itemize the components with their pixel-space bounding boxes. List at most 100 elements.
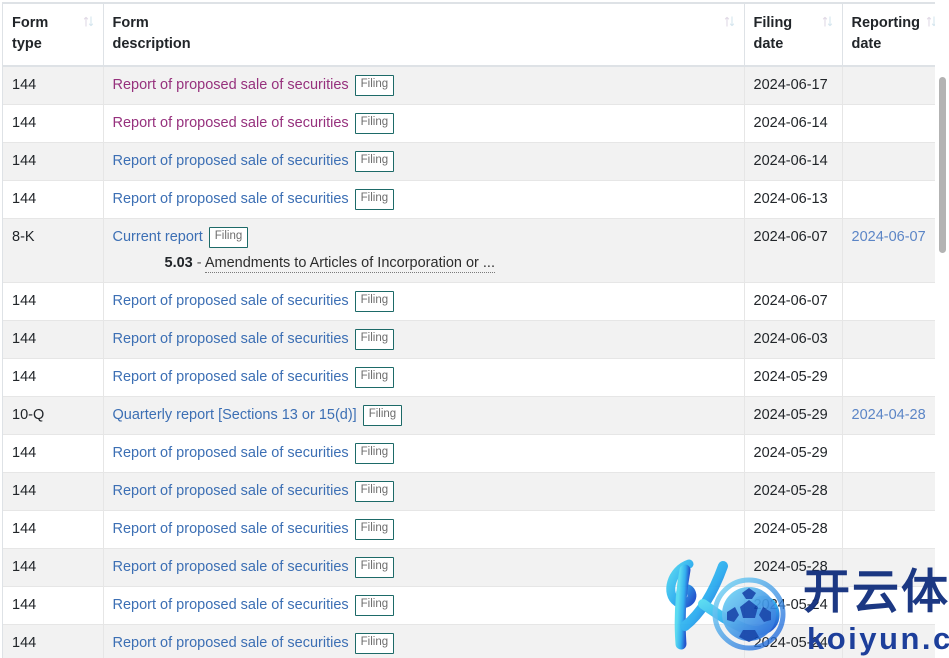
- filing-badge[interactable]: Filing: [354, 291, 395, 312]
- form-description-link[interactable]: Report of proposed sale of securities: [113, 293, 349, 309]
- cell-reporting-date: 2024-06-07: [842, 218, 935, 284]
- form-description-link[interactable]: Report of proposed sale of securities: [113, 369, 349, 385]
- filing-badge[interactable]: Filing: [362, 405, 403, 426]
- form-description-link[interactable]: Report of proposed sale of securities: [113, 115, 349, 131]
- table-row: 144 Report of proposed sale of securities…: [3, 510, 935, 550]
- cell-reporting-date: [842, 104, 935, 144]
- cell-filing-date: 2024-05-24: [744, 586, 843, 626]
- vertical-scrollbar[interactable]: [935, 0, 949, 658]
- cell-reporting-date: [842, 282, 935, 322]
- filing-badge[interactable]: Filing: [208, 227, 249, 248]
- column-header-filing-date-label: Filing date: [753, 15, 793, 52]
- cell-filing-date: 2024-06-14: [744, 104, 843, 144]
- form-description-link[interactable]: Report of proposed sale of securities: [113, 153, 349, 169]
- filing-badge[interactable]: Filing: [354, 443, 395, 464]
- filing-badge[interactable]: Filing: [354, 189, 395, 210]
- cell-form-type: 144: [3, 66, 104, 106]
- form-description-link[interactable]: Report of proposed sale of securities: [113, 77, 349, 93]
- filing-badge[interactable]: Filing: [354, 367, 395, 388]
- form-description-link[interactable]: Report of proposed sale of securities: [113, 483, 349, 499]
- form-description-link[interactable]: Report of proposed sale of securities: [113, 597, 349, 613]
- column-header-filing-date[interactable]: Filing date: [744, 2, 843, 68]
- cell-form-type: 144: [3, 624, 104, 658]
- filing-badge[interactable]: Filing: [354, 557, 395, 578]
- sub-item-text[interactable]: Amendments to Articles of Incorporation …: [204, 255, 495, 274]
- table-header: Form type Form description Filing date R…: [3, 2, 935, 68]
- cell-reporting-date: [842, 510, 935, 550]
- cell-form-type: 10-Q: [3, 396, 104, 436]
- cell-form-description: Report of proposed sale of securities Fil…: [103, 282, 745, 322]
- cell-form-description: Report of proposed sale of securities Fil…: [103, 624, 745, 658]
- cell-form-description: Report of proposed sale of securities Fil…: [103, 320, 745, 360]
- form-description-link[interactable]: Report of proposed sale of securities: [113, 445, 349, 461]
- sort-updown-icon[interactable]: [822, 15, 833, 28]
- filing-badge[interactable]: Filing: [354, 113, 395, 134]
- cell-reporting-date: 2024-04-28: [842, 396, 935, 436]
- cell-filing-date: 2024-06-17: [744, 66, 843, 106]
- cell-reporting-date: [842, 548, 935, 588]
- form-description-link[interactable]: Report of proposed sale of securities: [113, 191, 349, 207]
- header-row: Form type Form description Filing date R…: [3, 2, 935, 68]
- column-header-form-description-label: Form description: [112, 15, 191, 52]
- cell-form-description: Report of proposed sale of securities Fil…: [103, 510, 745, 550]
- cell-form-type: 144: [3, 142, 104, 182]
- cell-form-type: 144: [3, 282, 104, 322]
- form-description-link[interactable]: Report of proposed sale of securities: [113, 559, 349, 575]
- cell-form-description: Report of proposed sale of securities Fil…: [103, 66, 745, 106]
- form-description-link[interactable]: Report of proposed sale of securities: [113, 331, 349, 347]
- table-body: 144 Report of proposed sale of securities…: [3, 66, 935, 658]
- table-row: 144 Report of proposed sale of securities…: [3, 180, 935, 220]
- table-row: 144 Report of proposed sale of securities…: [3, 320, 935, 360]
- cell-form-description: Report of proposed sale of securities Fil…: [103, 586, 745, 626]
- column-header-form-type[interactable]: Form type: [3, 2, 104, 68]
- cell-reporting-date: [842, 472, 935, 512]
- cell-reporting-date: [842, 142, 935, 182]
- cell-form-type: 8-K: [3, 218, 104, 284]
- form-description-link[interactable]: Report of proposed sale of securities: [113, 521, 349, 537]
- column-header-form-type-label: Form type: [12, 15, 49, 52]
- sort-updown-icon[interactable]: [83, 15, 94, 28]
- cell-form-description: Report of proposed sale of securities Fil…: [103, 180, 745, 220]
- sort-updown-icon[interactable]: [926, 15, 935, 28]
- cell-form-type: 144: [3, 180, 104, 220]
- cell-form-description: Report of proposed sale of securities Fil…: [103, 142, 745, 182]
- cell-form-type: 144: [3, 434, 104, 474]
- cell-reporting-date: [842, 434, 935, 474]
- filing-badge[interactable]: Filing: [354, 481, 395, 502]
- column-header-reporting-date-label: Reporting date: [851, 15, 920, 52]
- reporting-date-link[interactable]: 2024-06-07: [852, 229, 926, 245]
- filing-badge[interactable]: Filing: [354, 595, 395, 616]
- cell-filing-date: 2024-05-28: [744, 510, 843, 550]
- cell-reporting-date: [842, 586, 935, 626]
- filings-table: Form type Form description Filing date R…: [3, 2, 935, 658]
- form-description-link[interactable]: Report of proposed sale of securities: [113, 635, 349, 651]
- table-row: 144 Report of proposed sale of securities…: [3, 586, 935, 626]
- cell-form-type: 144: [3, 320, 104, 360]
- cell-filing-date: 2024-06-03: [744, 320, 843, 360]
- cell-filing-date: 2024-05-28: [744, 548, 843, 588]
- cell-filing-date: 2024-05-29: [744, 396, 843, 436]
- column-header-reporting-date[interactable]: Reporting date: [842, 2, 935, 68]
- sub-item-code: 5.03: [164, 255, 193, 272]
- scrollbar-thumb[interactable]: [939, 77, 946, 253]
- filing-badge[interactable]: Filing: [354, 519, 395, 540]
- table-row: 8-K Current report Filing 5.03 - Amendments…: [3, 218, 935, 284]
- sub-item-dash: -: [196, 255, 202, 272]
- sort-updown-icon[interactable]: [724, 15, 735, 28]
- cell-form-description: Quarterly report [Sections 13 or 15(d)] F…: [103, 396, 745, 436]
- table-row: 144 Report of proposed sale of securities…: [3, 282, 935, 322]
- cell-reporting-date: [842, 624, 935, 658]
- cell-filing-date: 2024-05-29: [744, 434, 843, 474]
- cell-reporting-date: [842, 180, 935, 220]
- column-header-form-description[interactable]: Form description: [103, 2, 745, 68]
- reporting-date-link[interactable]: 2024-04-28: [852, 407, 926, 423]
- filing-badge[interactable]: Filing: [354, 633, 395, 654]
- filing-badge[interactable]: Filing: [354, 329, 395, 350]
- cell-reporting-date: [842, 66, 935, 106]
- filing-badge[interactable]: Filing: [354, 75, 395, 96]
- form-description-link[interactable]: Quarterly report [Sections 13 or 15(d)]: [113, 407, 357, 423]
- cell-form-type: 144: [3, 472, 104, 512]
- form-description-link[interactable]: Current report: [113, 229, 203, 245]
- filing-badge[interactable]: Filing: [354, 151, 395, 172]
- cell-form-type: 144: [3, 104, 104, 144]
